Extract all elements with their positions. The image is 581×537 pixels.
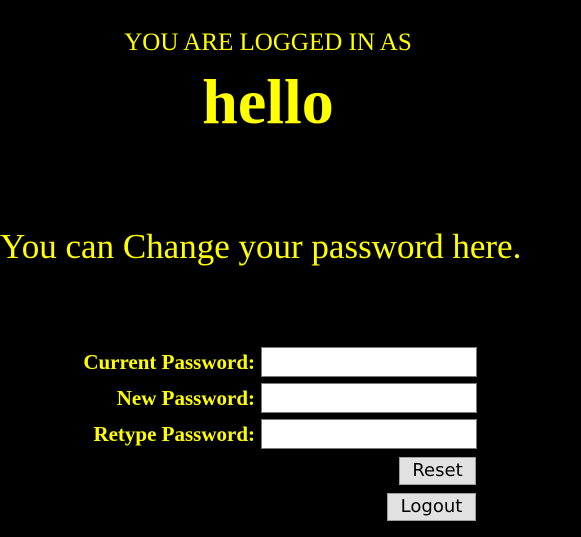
new-password-label: New Password: (116, 386, 255, 410)
current-password-input[interactable] (261, 347, 477, 377)
logout-button[interactable]: Logout (387, 493, 476, 521)
reset-button[interactable]: Reset (399, 457, 476, 485)
retype-password-input[interactable] (261, 419, 477, 449)
username-display: hello (202, 66, 334, 137)
retype-password-label: Retype Password: (93, 422, 255, 446)
change-password-heading: You can Change your password here. (0, 227, 522, 266)
current-password-label: Current Password: (83, 350, 255, 374)
new-password-input[interactable] (261, 383, 477, 413)
logged-in-label: YOU ARE LOGGED IN AS (124, 29, 412, 56)
